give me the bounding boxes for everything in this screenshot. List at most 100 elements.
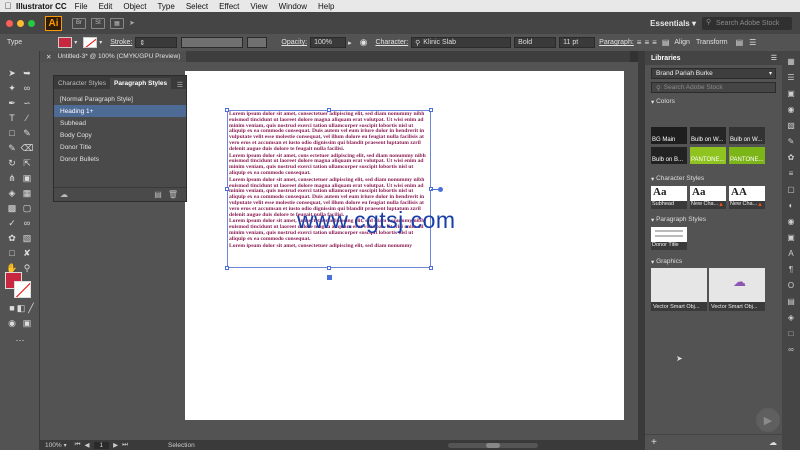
panel-menu-icon[interactable]: ☰: [771, 54, 777, 62]
character-panel-icon[interactable]: A: [782, 247, 800, 260]
eraser-tool-icon[interactable]: ⌫: [20, 142, 34, 154]
chevron-right-icon[interactable]: ▸: [348, 39, 352, 47]
panel-menu-icon[interactable]: ☰: [177, 81, 186, 89]
color-swatch[interactable]: Bulb on W...: [690, 127, 726, 144]
close-window-button[interactable]: [6, 19, 13, 27]
bounding-box-handle[interactable]: [327, 108, 331, 112]
libraries-title[interactable]: Libraries: [651, 55, 681, 62]
character-style-item[interactable]: Aa New Cha... ▲: [690, 186, 726, 209]
menu-help[interactable]: Help: [318, 2, 334, 11]
zoom-level[interactable]: 100%: [45, 442, 62, 449]
menu-type[interactable]: Type: [157, 2, 174, 11]
shaper-tool-icon[interactable]: ✎: [5, 142, 19, 154]
symbols-panel-icon[interactable]: ✿: [782, 151, 800, 164]
section-colors[interactable]: ▾ Colors: [645, 96, 782, 107]
arrange-documents-icon[interactable]: ▦: [110, 17, 124, 29]
artboard-number-field[interactable]: 1: [93, 441, 110, 449]
chevron-down-icon[interactable]: ▾: [74, 39, 77, 46]
color-swatch[interactable]: BG Main: [651, 127, 687, 144]
play-icon[interactable]: ▶: [756, 408, 780, 432]
transform-link[interactable]: Transform: [696, 39, 728, 46]
scrollbar-thumb[interactable]: [486, 442, 500, 448]
font-style-field[interactable]: Bold: [514, 37, 557, 48]
stroke-panel-icon[interactable]: ≡: [782, 167, 800, 180]
none-mode-icon[interactable]: ╱: [24, 302, 38, 314]
bounding-box-handle[interactable]: [225, 266, 229, 270]
paragraph-label[interactable]: Paragraph:: [599, 39, 634, 46]
gradient-panel-icon[interactable]: ▢: [782, 183, 800, 196]
bounding-box-handle[interactable]: [429, 266, 433, 270]
color-swatch[interactable]: PANTONE...: [690, 147, 726, 164]
library-selector[interactable]: Brand Pariah Burke ▾: [651, 68, 776, 79]
add-content-icon[interactable]: +: [651, 437, 657, 448]
menu-file[interactable]: File: [75, 2, 88, 11]
type-tool-icon[interactable]: T: [5, 112, 19, 124]
curvature-tool-icon[interactable]: ∽: [20, 97, 34, 109]
graphic-item[interactable]: Vector Smart Obj...: [651, 268, 707, 311]
zoom-window-button[interactable]: [28, 19, 35, 27]
last-artboard-icon[interactable]: ⏭: [122, 441, 128, 449]
artboard-tool-icon[interactable]: □: [5, 247, 19, 259]
brush-definition[interactable]: [247, 37, 268, 48]
font-size-field[interactable]: 11 pt: [559, 37, 596, 48]
align-panel-icon[interactable]: ▤: [782, 295, 800, 308]
panel-menu-icon[interactable]: ☰: [749, 38, 756, 47]
blend-tool-icon[interactable]: ∞: [20, 217, 34, 229]
stock-search-input[interactable]: ⚲ Search Adobe Stock: [702, 16, 792, 30]
section-character-styles[interactable]: ▾ Character Styles: [645, 173, 704, 184]
graphic-styles-panel-icon[interactable]: ▣: [782, 231, 800, 244]
tab-paragraph-styles[interactable]: Paragraph Styles: [110, 78, 172, 89]
style-item-heading-1[interactable]: Heading 1+: [54, 105, 186, 117]
font-family-field[interactable]: ⚲ Klinic Slab: [411, 37, 512, 48]
chevron-down-icon[interactable]: ▾: [99, 39, 102, 46]
gpu-performance-icon[interactable]: ➤: [129, 19, 135, 27]
opacity-label[interactable]: Opacity:: [281, 39, 307, 46]
links-panel-icon[interactable]: ∞: [782, 343, 800, 356]
transparency-panel-icon[interactable]: ◐: [782, 199, 800, 212]
stroke-swatch[interactable]: [14, 281, 31, 298]
bounding-box-handle[interactable]: [429, 108, 433, 112]
align-link[interactable]: Align: [674, 39, 690, 46]
perspective-grid-tool-icon[interactable]: ▦: [20, 187, 34, 199]
symbol-sprayer-tool-icon[interactable]: ✿: [5, 232, 19, 244]
lasso-tool-icon[interactable]: ∞: [20, 82, 34, 94]
color-panel-icon[interactable]: ◉: [782, 103, 800, 116]
document-tab[interactable]: ✕ Untitled-3* @ 100% (CMYK/GPU Preview): [40, 51, 187, 62]
opentype-panel-icon[interactable]: O: [782, 279, 800, 292]
free-transform-tool-icon[interactable]: ▣: [20, 172, 34, 184]
tab-character-styles[interactable]: Character Styles: [54, 78, 110, 89]
in-port-handle[interactable]: [438, 187, 443, 192]
close-icon[interactable]: ✕: [46, 53, 51, 61]
gradient-tool-icon[interactable]: ▢: [20, 202, 34, 214]
libraries-panel-icon[interactable]: ▦: [782, 55, 800, 68]
cloud-library-icon[interactable]: ☁: [60, 190, 68, 199]
align-left-icon[interactable]: ≡: [637, 38, 642, 47]
horizontal-scrollbar[interactable]: [448, 442, 538, 448]
pathfinder-panel-icon[interactable]: ◈: [782, 311, 800, 324]
text-frame[interactable]: Lorem ipsum dolor sit amet, consectetuer…: [227, 110, 431, 268]
slice-tool-icon[interactable]: ✘: [20, 247, 34, 259]
style-item-subhead[interactable]: Subhead: [54, 117, 186, 129]
menu-view[interactable]: View: [250, 2, 267, 11]
new-style-icon[interactable]: ▤: [154, 190, 162, 199]
workspace-switcher[interactable]: Essentials ▾: [650, 19, 696, 28]
paragraph-style-item[interactable]: Donor Title: [651, 227, 687, 250]
style-item-normal[interactable]: [Normal Paragraph Style]: [54, 93, 186, 105]
direct-selection-tool-icon[interactable]: ➥: [20, 67, 34, 79]
draw-normal-icon[interactable]: ◉: [5, 317, 19, 329]
rectangle-tool-icon[interactable]: □: [5, 127, 19, 139]
app-name-menu[interactable]: Illustrator CC: [16, 2, 67, 11]
bounding-box-handle[interactable]: [225, 108, 229, 112]
menu-window[interactable]: Window: [279, 2, 307, 11]
zoom-tool-icon[interactable]: ⚲: [20, 262, 34, 274]
color-swatch[interactable]: Bulb on W...: [729, 127, 765, 144]
color-swatch[interactable]: PANTONE...: [729, 147, 765, 164]
selection-tool-icon[interactable]: ➤: [5, 67, 19, 79]
opacity-field[interactable]: 100%: [310, 37, 347, 48]
graphic-item[interactable]: ☁ Vector Smart Obj...: [709, 268, 765, 311]
chevron-down-icon[interactable]: ▾: [64, 442, 67, 449]
apple-icon[interactable]: : [0, 1, 16, 11]
menu-object[interactable]: Object: [123, 2, 146, 11]
magic-wand-tool-icon[interactable]: ✦: [5, 82, 19, 94]
menu-effect[interactable]: Effect: [219, 2, 239, 11]
